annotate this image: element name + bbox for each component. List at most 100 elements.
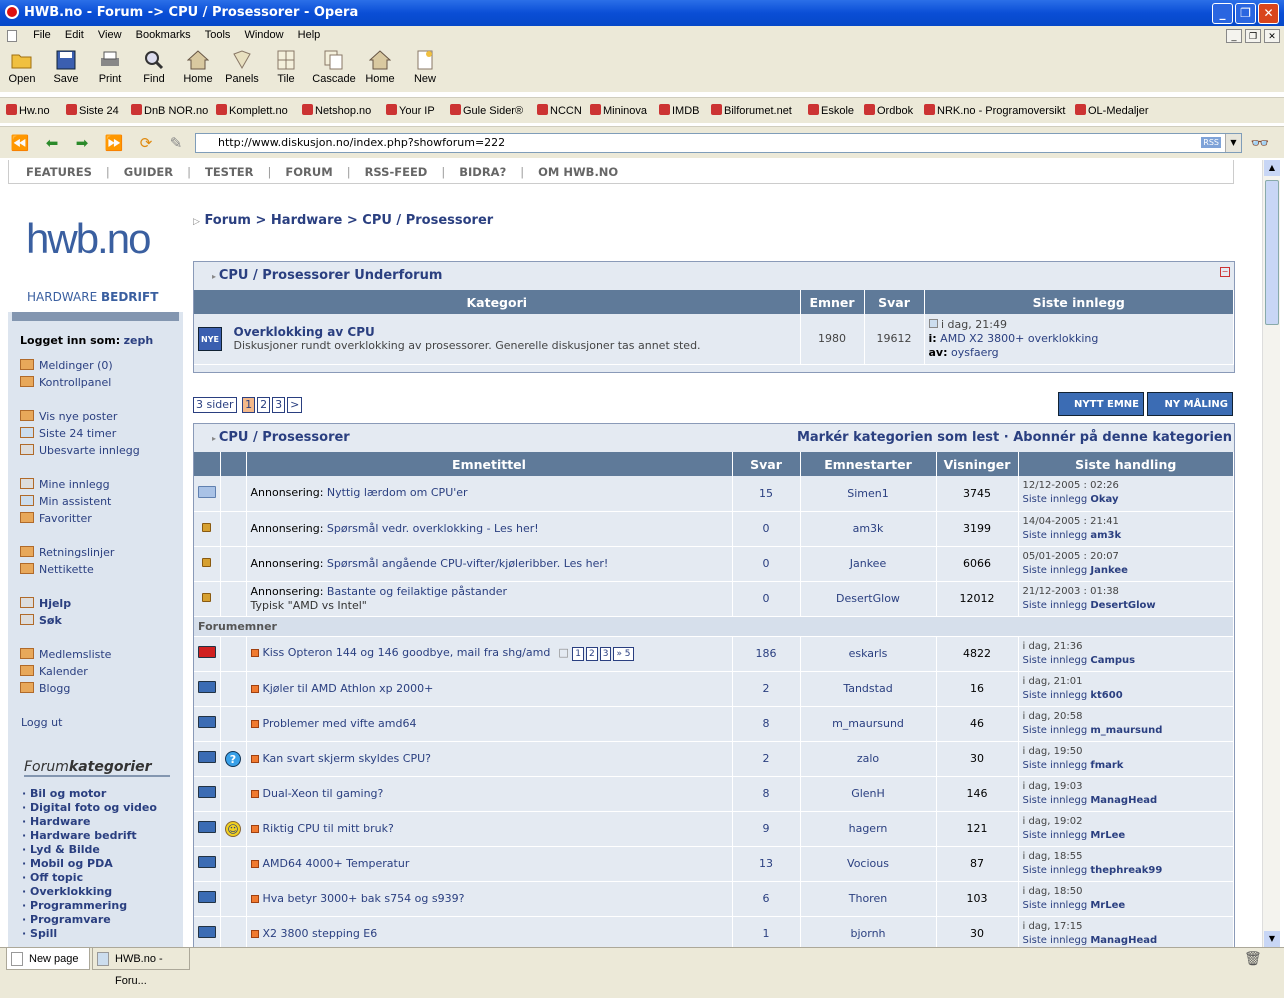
fast-forward-icon[interactable]: ⏩ bbox=[104, 134, 124, 152]
topic-starter[interactable]: Vocious bbox=[800, 846, 937, 882]
nav-tester[interactable]: TESTER bbox=[205, 160, 254, 179]
sidebar-link-kontrollpanel[interactable]: Kontrollpanel bbox=[20, 376, 111, 389]
nav-bidra[interactable]: BIDRA? bbox=[459, 160, 506, 179]
last-poster[interactable]: am3k bbox=[1090, 530, 1121, 541]
tab-new-page[interactable]: New page bbox=[6, 948, 90, 970]
bookmark-dnbnor[interactable]: DnB NOR.no bbox=[131, 104, 208, 117]
category-item[interactable]: · Programmering bbox=[22, 899, 157, 913]
topic-replies[interactable]: 9 bbox=[732, 811, 801, 847]
topic-link[interactable]: Nyttig lærdom om CPU'er bbox=[327, 486, 468, 499]
category-item[interactable]: · Off topic bbox=[22, 871, 157, 885]
username-link[interactable]: zeph bbox=[124, 334, 154, 347]
sidebar-link-kalender[interactable]: Kalender bbox=[20, 665, 88, 678]
nav-forum[interactable]: FORUM bbox=[285, 160, 332, 179]
reload-icon[interactable]: ⟳ bbox=[136, 134, 156, 152]
sidebar-link-mine-innlegg[interactable]: Mine innlegg bbox=[20, 478, 110, 491]
bookmark-yourip[interactable]: Your IP bbox=[386, 104, 435, 117]
home2-button[interactable]: Home bbox=[358, 50, 402, 85]
mdi-minimize-button[interactable]: _ bbox=[1226, 29, 1242, 43]
bookmark-mininova[interactable]: Mininova bbox=[590, 104, 647, 117]
bookmark-eskole[interactable]: Eskole bbox=[808, 104, 854, 117]
topic-link[interactable]: Hva betyr 3000+ bak s754 og s939? bbox=[263, 892, 465, 905]
bookmark-nrk[interactable]: NRK.no - Programoversikt bbox=[924, 104, 1065, 117]
close-button[interactable]: ✕ bbox=[1258, 3, 1279, 24]
topic-link[interactable]: Kjøler til AMD Athlon xp 2000+ bbox=[263, 682, 434, 695]
url-field[interactable]: http://www.diskusjon.no/index.php?showfo… bbox=[195, 133, 1242, 153]
scroll-down-button[interactable]: ▼ bbox=[1264, 931, 1280, 947]
open-button[interactable]: Open bbox=[0, 50, 44, 85]
topic-starter[interactable]: m_maursund bbox=[800, 706, 937, 742]
save-button[interactable]: Save bbox=[44, 50, 88, 85]
topic-replies[interactable]: 2 bbox=[732, 741, 801, 777]
page-2[interactable]: 2 bbox=[257, 397, 271, 413]
topic-starter[interactable]: GlenH bbox=[800, 776, 937, 812]
topic-starter[interactable]: zalo bbox=[800, 741, 937, 777]
rewind-icon[interactable]: ⏪ bbox=[10, 134, 30, 152]
category-item[interactable]: · Overklokking bbox=[22, 885, 157, 899]
nav-guider[interactable]: GUIDER bbox=[124, 160, 173, 179]
new-topic-button[interactable]: NYTT EMNE bbox=[1058, 392, 1144, 416]
topic-replies[interactable]: 0 bbox=[732, 581, 801, 617]
topic-link[interactable]: Dual-Xeon til gaming? bbox=[263, 787, 384, 800]
bookmark-netshop[interactable]: Netshop.no bbox=[302, 104, 371, 117]
topic-page-link[interactable]: 3 bbox=[599, 647, 612, 661]
topic-replies[interactable]: 0 bbox=[732, 546, 801, 582]
last-poster[interactable]: DesertGlow bbox=[1090, 600, 1155, 611]
category-item[interactable]: · Mobil og PDA bbox=[22, 857, 157, 871]
forward-icon[interactable]: ➡ bbox=[72, 134, 92, 152]
last-poster[interactable]: thephreak99 bbox=[1090, 865, 1162, 876]
topic-link[interactable]: Kiss Opteron 144 og 146 goodbye, mail fr… bbox=[263, 646, 551, 659]
menu-view[interactable]: View bbox=[92, 26, 127, 41]
sidebar-link-ubesvarte[interactable]: Ubesvarte innlegg bbox=[20, 444, 140, 457]
subforum-link[interactable]: Overklokking av CPU bbox=[234, 325, 701, 339]
sidebar-link-medlemsliste[interactable]: Medlemsliste bbox=[20, 648, 111, 661]
topic-link[interactable]: Spørsmål vedr. overklokking - Les her! bbox=[327, 522, 539, 535]
last-poster[interactable]: MrLee bbox=[1090, 830, 1125, 841]
topic-starter[interactable]: am3k bbox=[800, 511, 937, 547]
topic-link[interactable]: Spørsmål angående CPU-vifter/kjøleribber… bbox=[327, 557, 608, 570]
last-poster[interactable]: kt600 bbox=[1090, 690, 1122, 701]
topic-replies[interactable]: 15 bbox=[732, 476, 801, 512]
sidebar-link-sok[interactable]: Søk bbox=[20, 614, 62, 627]
mdi-restore-button[interactable]: ❐ bbox=[1245, 29, 1261, 43]
page-1[interactable]: 1 bbox=[242, 397, 256, 413]
topic-page-link[interactable]: » 5 bbox=[613, 647, 634, 661]
page-3[interactable]: 3 bbox=[272, 397, 286, 413]
topic-starter[interactable]: Thoren bbox=[800, 881, 937, 917]
menu-edit[interactable]: Edit bbox=[59, 26, 89, 41]
bookmark-ol[interactable]: OL-Medaljer bbox=[1075, 104, 1149, 117]
sidebar-link-nye-poster[interactable]: Vis nye poster bbox=[20, 410, 117, 423]
topic-starter[interactable]: DesertGlow bbox=[800, 581, 937, 617]
category-item[interactable]: · Hardware bbox=[22, 815, 157, 829]
scroll-up-button[interactable]: ▲ bbox=[1264, 160, 1280, 176]
sidebar-link-assistent[interactable]: Min assistent bbox=[20, 495, 111, 508]
scroll-thumb[interactable] bbox=[1265, 180, 1279, 325]
nav-features[interactable]: FEATURES bbox=[26, 160, 92, 179]
topic-link[interactable]: Problemer med vifte amd64 bbox=[263, 717, 417, 730]
rss-icon[interactable]: RSS bbox=[1201, 137, 1221, 148]
url-dropdown-button[interactable]: ▼ bbox=[1225, 134, 1241, 152]
sidebar-link-hjelp[interactable]: Hjelp bbox=[20, 597, 71, 610]
topic-replies[interactable]: 8 bbox=[732, 776, 801, 812]
tab-hwb[interactable]: HWB.no - Foru... bbox=[92, 948, 190, 987]
category-item[interactable]: · Bil og motor bbox=[22, 787, 157, 801]
last-poster[interactable]: fmark bbox=[1090, 760, 1123, 771]
mdi-close-button[interactable]: ✕ bbox=[1264, 29, 1280, 43]
bookmark-gulesider[interactable]: Gule Sider® bbox=[450, 104, 523, 117]
sidebar-link-favoritter[interactable]: Favoritter bbox=[20, 512, 92, 525]
category-item[interactable]: · Hardware bedrift bbox=[22, 829, 157, 843]
new-poll-button[interactable]: NY MÅLING bbox=[1147, 392, 1233, 416]
minimize-button[interactable]: _ bbox=[1212, 3, 1233, 24]
topic-starter[interactable]: bjornh bbox=[800, 916, 937, 947]
crumb-cpu[interactable]: CPU / Prosessorer bbox=[362, 213, 493, 228]
category-item[interactable]: · Lyd & Bilde bbox=[22, 843, 157, 857]
last-post-author[interactable]: oysfaerg bbox=[951, 346, 999, 359]
menu-bookmarks[interactable]: Bookmarks bbox=[130, 26, 196, 41]
category-item[interactable]: · Programvare bbox=[22, 913, 157, 927]
forum-actions[interactable]: Markér kategorien som lest · Abonnér på … bbox=[797, 424, 1232, 452]
topic-link[interactable]: Riktig CPU til mitt bruk? bbox=[263, 822, 394, 835]
topic-page-link[interactable]: 2 bbox=[585, 647, 598, 661]
sidebar-link-logout[interactable]: Logg ut bbox=[21, 716, 62, 729]
menu-help[interactable]: Help bbox=[292, 26, 326, 41]
topic-replies[interactable]: 0 bbox=[732, 511, 801, 547]
